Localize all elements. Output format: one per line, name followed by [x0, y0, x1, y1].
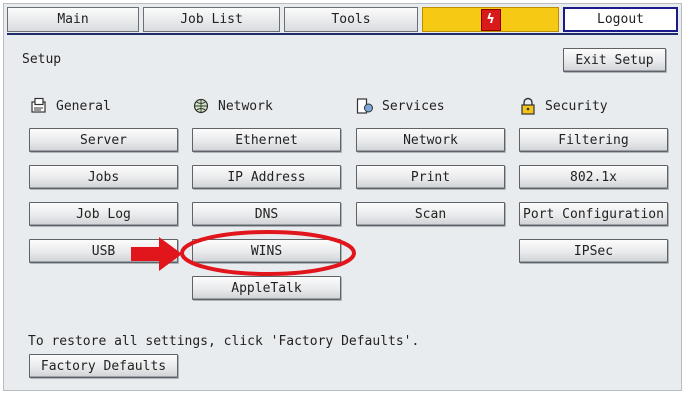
tab-job-list[interactable]: Job List: [143, 7, 280, 32]
tab-main[interactable]: Main: [7, 7, 139, 32]
highlight-ellipse-annotation: [180, 230, 356, 276]
category-services: Services: [356, 97, 445, 115]
tab-alert[interactable]: ϟ: [422, 7, 559, 32]
document-icon: [31, 97, 46, 113]
server-button[interactable]: Server: [29, 128, 178, 152]
filtering-button[interactable]: Filtering: [519, 128, 668, 152]
lock-icon: [521, 97, 535, 115]
alert-icon: ϟ: [480, 8, 501, 31]
category-general: General: [30, 97, 111, 115]
category-general-label: General: [56, 98, 111, 114]
ethernet-button[interactable]: Ethernet: [192, 128, 341, 152]
red-arrow-annotation: [131, 237, 182, 271]
page-title: Setup: [22, 52, 62, 67]
services-icon: [356, 98, 373, 114]
restore-instructions: To restore all settings, click 'Factory …: [28, 334, 420, 349]
print-button[interactable]: Print: [356, 165, 505, 189]
jobs-button[interactable]: Jobs: [29, 165, 178, 189]
job-log-button[interactable]: Job Log: [29, 202, 178, 226]
tab-underline: [7, 33, 678, 35]
tab-tools[interactable]: Tools: [284, 7, 418, 32]
8021x-button[interactable]: 802.1x: [519, 165, 668, 189]
appletalk-button[interactable]: AppleTalk: [192, 276, 341, 300]
category-services-label: Services: [382, 98, 445, 114]
port-configuration-button[interactable]: Port Configuration: [519, 202, 668, 226]
factory-defaults-button[interactable]: Factory Defaults: [29, 354, 178, 378]
scan-button[interactable]: Scan: [356, 202, 505, 226]
exit-setup-button[interactable]: Exit Setup: [563, 48, 666, 72]
ip-address-button[interactable]: IP Address: [192, 165, 341, 189]
category-network: Network: [192, 97, 273, 115]
network-icon: [193, 98, 209, 114]
top-tab-bar: Main Job List Tools ϟ Logout: [3, 3, 682, 36]
dns-button[interactable]: DNS: [192, 202, 341, 226]
network-services-button[interactable]: Network: [356, 128, 505, 152]
category-security: Security: [519, 97, 608, 115]
category-security-label: Security: [545, 98, 608, 114]
logout-button[interactable]: Logout: [563, 7, 678, 32]
category-network-label: Network: [218, 98, 273, 114]
ipsec-button[interactable]: IPSec: [519, 239, 668, 263]
